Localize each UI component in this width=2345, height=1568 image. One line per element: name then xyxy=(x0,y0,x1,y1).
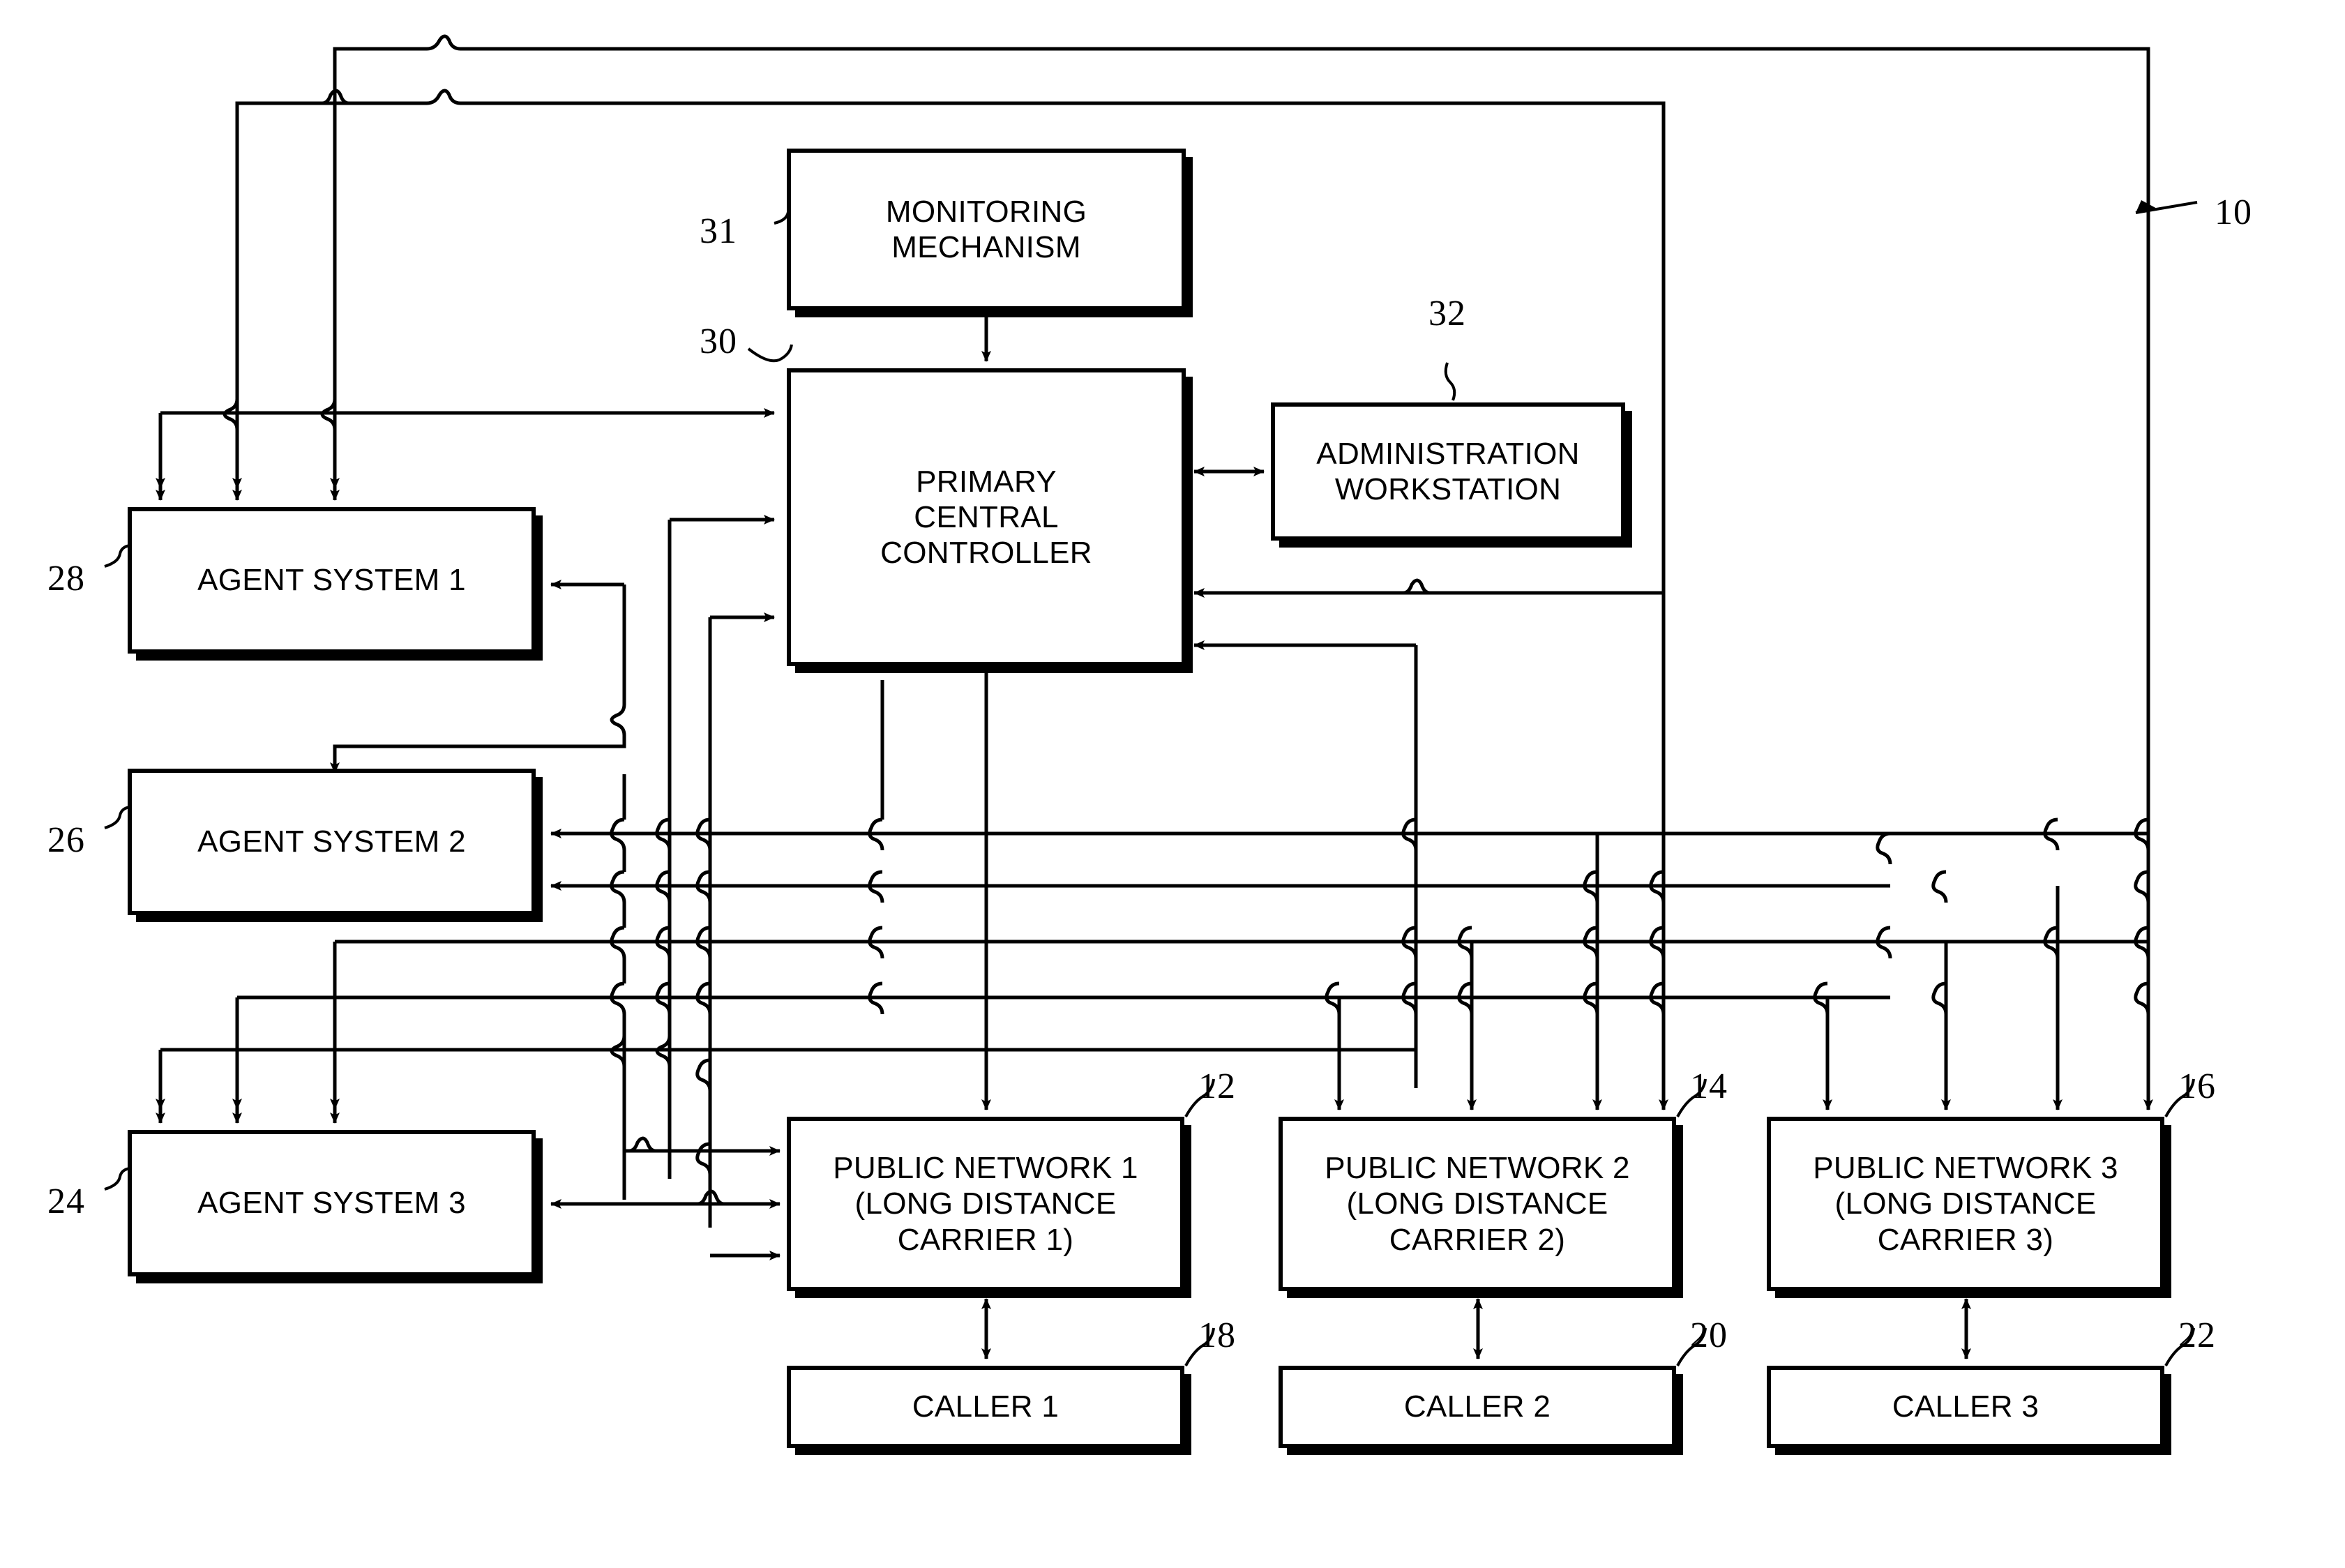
ref-numeral-10: 10 xyxy=(2215,193,2252,232)
node-label: MONITORING MECHANISM xyxy=(885,194,1087,264)
patent-figure: MONITORING MECHANISM PRIMARY CENTRAL CON… xyxy=(0,0,2345,1568)
node-caller-3[interactable]: CALLER 3 xyxy=(1767,1366,2164,1448)
node-label: CALLER 1 xyxy=(912,1389,1060,1424)
node-caller-2[interactable]: CALLER 2 xyxy=(1279,1366,1676,1448)
ref-numeral-28: 28 xyxy=(47,559,85,598)
ref-numeral-20: 20 xyxy=(1690,1316,1728,1355)
ref-numeral-16: 16 xyxy=(2178,1066,2216,1106)
ref-numeral-32: 32 xyxy=(1428,294,1466,333)
node-administration-workstation[interactable]: ADMINISTRATION WORKSTATION xyxy=(1271,402,1625,541)
node-label: PUBLIC NETWORK 2 (LONG DISTANCE CARRIER … xyxy=(1325,1151,1630,1257)
node-caller-1[interactable]: CALLER 1 xyxy=(787,1366,1184,1448)
node-label: PRIMARY CENTRAL CONTROLLER xyxy=(880,464,1092,571)
ref-numeral-26: 26 xyxy=(47,820,85,860)
node-label: AGENT SYSTEM 3 xyxy=(197,1186,466,1221)
ref-numeral-31: 31 xyxy=(700,211,737,251)
node-agent-system-1[interactable]: AGENT SYSTEM 1 xyxy=(128,507,536,654)
ref-numeral-14: 14 xyxy=(1690,1066,1728,1106)
node-label: CALLER 2 xyxy=(1403,1389,1551,1424)
node-primary-central-controller[interactable]: PRIMARY CENTRAL CONTROLLER xyxy=(787,368,1186,666)
node-public-network-2[interactable]: PUBLIC NETWORK 2 (LONG DISTANCE CARRIER … xyxy=(1279,1117,1676,1291)
node-label: ADMINISTRATION WORKSTATION xyxy=(1316,436,1580,506)
node-monitoring-mechanism[interactable]: MONITORING MECHANISM xyxy=(787,149,1186,310)
node-agent-system-3[interactable]: AGENT SYSTEM 3 xyxy=(128,1130,536,1276)
node-agent-system-2[interactable]: AGENT SYSTEM 2 xyxy=(128,769,536,915)
node-label: AGENT SYSTEM 2 xyxy=(197,824,466,859)
ref-numeral-22: 22 xyxy=(2178,1316,2216,1355)
node-label: PUBLIC NETWORK 1 (LONG DISTANCE CARRIER … xyxy=(833,1151,1138,1257)
node-public-network-1[interactable]: PUBLIC NETWORK 1 (LONG DISTANCE CARRIER … xyxy=(787,1117,1184,1291)
ref-numeral-30: 30 xyxy=(700,322,737,361)
node-label: AGENT SYSTEM 1 xyxy=(197,563,466,598)
ref-numeral-24: 24 xyxy=(47,1182,85,1221)
node-label: PUBLIC NETWORK 3 (LONG DISTANCE CARRIER … xyxy=(1813,1151,2118,1257)
node-label: CALLER 3 xyxy=(1892,1389,2039,1424)
node-public-network-3[interactable]: PUBLIC NETWORK 3 (LONG DISTANCE CARRIER … xyxy=(1767,1117,2164,1291)
ref-numeral-18: 18 xyxy=(1198,1316,1236,1355)
ref-numeral-12: 12 xyxy=(1198,1066,1236,1106)
